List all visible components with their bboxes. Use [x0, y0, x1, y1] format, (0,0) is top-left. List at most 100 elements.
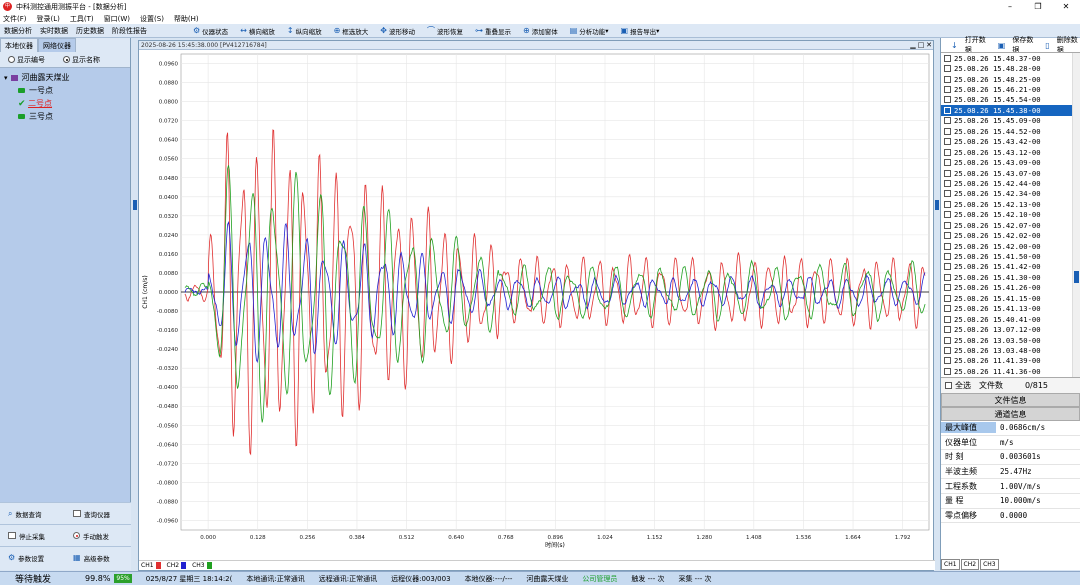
file-list-item[interactable]: 25.08.26 13.03.50-00 — [941, 335, 1080, 345]
file-list-item[interactable]: 25.08.26 15.42.44-00 — [941, 178, 1080, 188]
file-checkbox[interactable] — [944, 326, 951, 334]
instrument-status-button[interactable]: ⚙ 仪器状态 — [193, 26, 228, 36]
query-instrument-button[interactable]: 查询仪器 — [65, 509, 130, 519]
file-list-item[interactable]: 25.08.26 13.07.12-00 — [941, 324, 1080, 334]
file-checkbox[interactable] — [944, 253, 951, 261]
collapse-right-handle[interactable] — [935, 200, 939, 210]
file-list-item[interactable]: 25.08.26 15.45.54-00 — [941, 95, 1080, 105]
analysis-button[interactable]: ▤ 分析功能 ▾ — [570, 26, 609, 36]
file-list-item[interactable]: 25.08.26 15.45.38-00 — [941, 105, 1080, 116]
file-list-item[interactable]: 25.08.26 15.41.42-00 — [941, 262, 1080, 272]
info-tab-ch1[interactable]: CH1 — [941, 559, 960, 570]
move-button[interactable]: ✥ 波形移动 — [380, 26, 415, 36]
tab-realtime[interactable]: 实时数据 — [40, 26, 68, 36]
tab-stage-report[interactable]: 阶段性报告 — [112, 26, 147, 36]
menu-tools[interactable]: 工具(T) — [70, 14, 94, 24]
select-all-checkbox[interactable] — [945, 382, 952, 389]
tab-history[interactable]: 历史数据 — [76, 26, 104, 36]
file-list-item[interactable]: 25.08.26 11.41.36-00 — [941, 366, 1080, 376]
file-checkbox[interactable] — [944, 96, 951, 104]
file-checkbox[interactable] — [944, 75, 951, 83]
info-tab-ch2[interactable]: CH2 — [960, 559, 980, 570]
h-zoom-button[interactable]: ↔ 横向缩放 — [240, 26, 275, 36]
file-list-item[interactable]: 25.08.26 15.46.21-00 — [941, 84, 1080, 94]
file-checkbox[interactable] — [944, 221, 951, 229]
file-list-item[interactable]: 25.08.26 15.41.50-00 — [941, 251, 1080, 261]
file-checkbox[interactable] — [944, 138, 951, 146]
file-checkbox[interactable] — [944, 65, 951, 73]
collapse-icon[interactable]: ▾ — [4, 74, 8, 82]
file-checkbox[interactable] — [944, 159, 951, 167]
file-checkbox[interactable] — [944, 200, 951, 208]
tab-network-instruments[interactable]: 网络仪器 — [38, 38, 76, 52]
tree-root[interactable]: ▾ 河曲露天煤业 — [4, 71, 126, 84]
manual-trigger-button[interactable]: 手动触发 — [65, 531, 130, 541]
file-list-item[interactable]: 25.08.26 15.41.26-00 — [941, 283, 1080, 293]
box-zoom-button[interactable]: ⊕ 框选放大 — [334, 26, 369, 36]
tree-node-2[interactable]: ✔ 二号点 — [4, 97, 126, 110]
menu-window[interactable]: 窗口(W) — [104, 14, 130, 24]
file-list-item[interactable]: 25.08.26 15.41.13-00 — [941, 304, 1080, 314]
file-checkbox[interactable] — [944, 190, 951, 198]
file-checkbox[interactable] — [944, 305, 951, 313]
file-checkbox[interactable] — [944, 273, 951, 281]
chart-maximize-icon[interactable]: □ — [917, 41, 925, 50]
file-list-item[interactable]: 25.08.26 15.43.12-00 — [941, 147, 1080, 157]
file-list-item[interactable]: 25.08.26 15.44.52-00 — [941, 126, 1080, 136]
collapse-left-handle[interactable] — [133, 200, 137, 210]
file-list-item[interactable]: 25.08.26 15.42.34-00 — [941, 189, 1080, 199]
radio-show-number[interactable]: 显示编号 — [8, 55, 45, 65]
overlay-button[interactable]: ⊶ 重叠显示 — [475, 26, 511, 36]
file-list-item[interactable]: 25.08.26 15.42.10-00 — [941, 210, 1080, 220]
file-checkbox[interactable] — [944, 127, 951, 135]
file-checkbox[interactable] — [944, 263, 951, 271]
v-zoom-button[interactable]: ↕ 纵向缩放 — [287, 26, 322, 36]
add-window-button[interactable]: ⊕ 添加窗体 — [523, 26, 558, 36]
export-button[interactable]: ▣ 报告导出 ▾ — [621, 26, 660, 36]
file-list-item[interactable]: 25.08.26 15.42.02-00 — [941, 230, 1080, 240]
file-checkbox[interactable] — [944, 284, 951, 292]
stop-collect-button[interactable]: 停止采集 — [0, 531, 65, 541]
ch2-tab[interactable]: CH2 — [165, 562, 187, 569]
file-list-item[interactable]: 25.08.26 15.42.07-00 — [941, 220, 1080, 230]
file-list-item[interactable]: 25.08.26 15.48.37-00 — [941, 53, 1080, 63]
file-checkbox[interactable] — [944, 54, 951, 62]
param-settings-button[interactable]: ⚙ 参数设置 — [0, 553, 65, 563]
restore-button[interactable]: ⌒ 波形恢复 — [427, 25, 463, 36]
file-list-item[interactable]: 25.08.26 15.40.41-00 — [941, 314, 1080, 324]
info-tab-ch3[interactable]: CH3 — [980, 559, 999, 570]
file-list-item[interactable]: 25.08.26 15.43.09-00 — [941, 157, 1080, 167]
maximize-icon[interactable]: ❐ — [1024, 0, 1052, 13]
file-checkbox[interactable] — [944, 315, 951, 323]
file-list-item[interactable]: 25.08.26 11.41.39-00 — [941, 356, 1080, 366]
menu-login[interactable]: 登录(L) — [37, 14, 60, 24]
channel-info-header[interactable]: 通道信息 — [941, 407, 1080, 421]
tree-node-1[interactable]: 一号点 — [4, 84, 126, 97]
file-checkbox[interactable] — [944, 86, 951, 94]
file-checkbox[interactable] — [944, 169, 951, 177]
file-checkbox[interactable] — [944, 148, 951, 156]
file-list-item[interactable]: 25.08.26 13.03.48-00 — [941, 345, 1080, 355]
minimize-icon[interactable]: – — [996, 0, 1024, 13]
file-checkbox[interactable] — [944, 106, 951, 114]
file-list-item[interactable]: 25.08.26 15.43.07-00 — [941, 168, 1080, 178]
file-list-item[interactable]: 25.08.26 15.48.25-00 — [941, 74, 1080, 84]
ch3-tab[interactable]: CH3 — [190, 562, 212, 569]
file-list-item[interactable]: 25.08.26 15.42.13-00 — [941, 199, 1080, 209]
file-checkbox[interactable] — [944, 357, 951, 365]
file-list-item[interactable]: 25.08.26 15.42.00-00 — [941, 241, 1080, 251]
file-checkbox[interactable] — [944, 179, 951, 187]
data-query-button[interactable]: ⌕ 数据查询 — [0, 509, 65, 519]
file-checkbox[interactable] — [944, 367, 951, 375]
file-checkbox[interactable] — [944, 211, 951, 219]
chart-close-icon[interactable]: ✕ — [925, 41, 933, 50]
file-checkbox[interactable] — [944, 117, 951, 125]
file-checkbox[interactable] — [944, 336, 951, 344]
waveform-chart[interactable]: 0.0960 0.0880 0.0800 0.0720 0.0640 0.0560 0.04… — [139, 50, 933, 561]
tree-node-3[interactable]: 三号点 — [4, 110, 126, 123]
advanced-params-button[interactable]: ▦ 高级参数 — [65, 553, 130, 563]
file-list-item[interactable]: 25.08.26 15.41.30-00 — [941, 272, 1080, 282]
file-list-item[interactable]: 25.08.26 15.48.28-00 — [941, 63, 1080, 73]
menu-settings[interactable]: 设置(S) — [140, 14, 164, 24]
file-list-item[interactable]: 25.08.26 15.43.42-00 — [941, 137, 1080, 147]
